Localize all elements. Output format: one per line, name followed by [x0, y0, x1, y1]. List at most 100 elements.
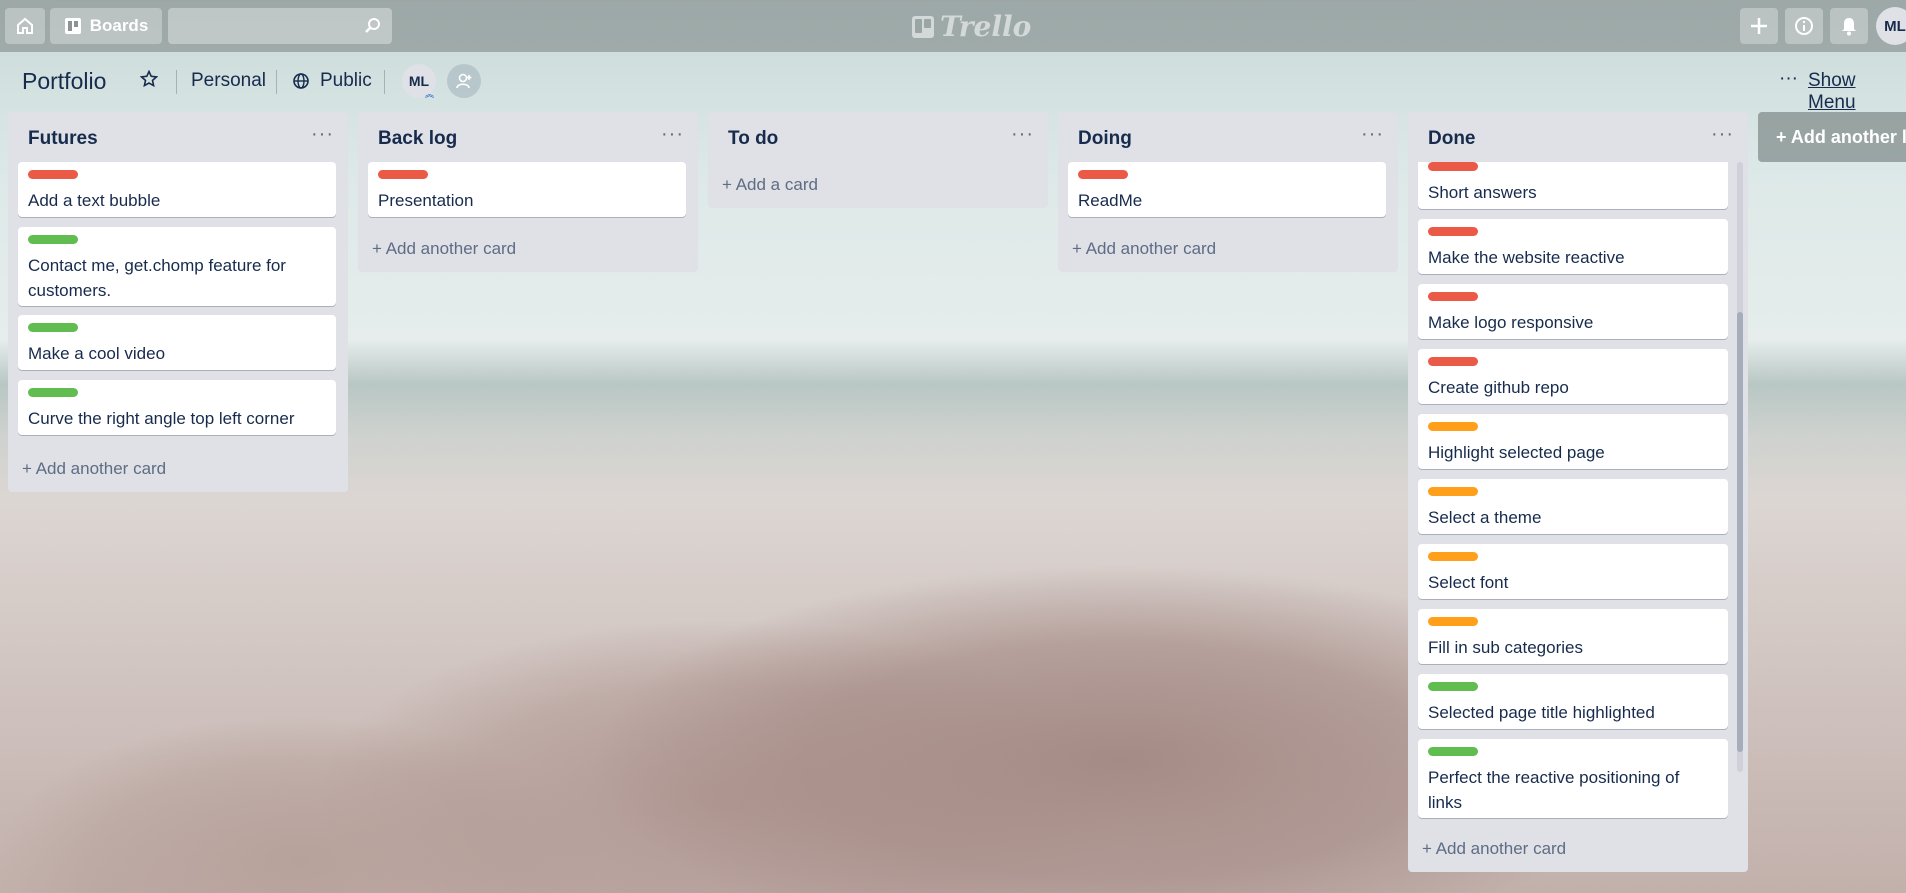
card-title: ReadMe: [1078, 191, 1143, 210]
card-label: [1428, 682, 1478, 691]
card-label: [1428, 617, 1478, 626]
card-label: [1428, 487, 1478, 496]
card-title: Select a theme: [1428, 508, 1542, 527]
card-title: Perfect the reactive positioning of link…: [1428, 768, 1680, 812]
add-card-button[interactable]: + Add another card: [1422, 839, 1566, 859]
card-label: [1428, 747, 1478, 756]
list-done: Done ··· Short answers Make the website …: [1408, 112, 1748, 872]
list-menu-icon[interactable]: ···: [311, 123, 334, 146]
card[interactable]: Add a text bubble: [18, 162, 336, 217]
card-title: Make logo responsive: [1428, 313, 1594, 332]
card[interactable]: Make the website reactive: [1418, 219, 1728, 274]
card-label: [1428, 292, 1478, 301]
list-menu-icon[interactable]: ···: [1361, 123, 1384, 146]
visibility-button[interactable]: Public: [292, 70, 372, 92]
card-title: Short answers: [1428, 183, 1537, 202]
scrollbar-thumb[interactable]: [1737, 312, 1743, 752]
card[interactable]: Perfect the reactive positioning of link…: [1418, 739, 1728, 818]
boards-label: Boards: [89, 16, 149, 35]
home-button[interactable]: [5, 8, 45, 44]
card[interactable]: Create github repo: [1418, 349, 1728, 404]
menu-dots-icon[interactable]: ···: [1779, 68, 1798, 90]
card[interactable]: ReadMe: [1068, 162, 1386, 217]
card-label: [1428, 357, 1478, 366]
card-label: [28, 323, 78, 332]
card-label: [1078, 170, 1128, 179]
card[interactable]: Presentation: [368, 162, 686, 217]
user-avatar[interactable]: ML: [1876, 7, 1906, 45]
card-label: [1428, 422, 1478, 431]
list-futures: Futures ··· Add a text bubble Contact me…: [8, 112, 348, 492]
card[interactable]: Fill in sub categories: [1418, 609, 1728, 664]
globe-icon: [293, 73, 309, 89]
card-label: [28, 170, 78, 179]
board-title[interactable]: Portfolio: [22, 68, 106, 95]
list-title[interactable]: Futures: [28, 128, 98, 150]
star-button[interactable]: [139, 69, 159, 93]
list-menu-icon[interactable]: ···: [661, 123, 684, 146]
bell-icon: [1842, 18, 1856, 36]
card-title: Add a text bubble: [28, 191, 161, 210]
list-menu-icon[interactable]: ···: [1011, 123, 1034, 146]
card-title: Make a cool video: [28, 344, 166, 363]
card-title: Create github repo: [1428, 378, 1569, 397]
list-title[interactable]: Back log: [378, 128, 457, 150]
card-label: [1428, 552, 1478, 561]
card-label: [378, 170, 428, 179]
board-icon: [64, 18, 81, 34]
card-title: Fill in sub categories: [1428, 638, 1583, 657]
card-title: Contact me, get.chomp feature for custom…: [28, 256, 286, 300]
card[interactable]: Highlight selected page: [1418, 414, 1728, 469]
notifications-button[interactable]: [1830, 8, 1868, 44]
card[interactable]: Select font: [1418, 544, 1728, 599]
plus-icon: [1751, 18, 1767, 34]
visibility-label: Public: [320, 70, 372, 91]
search-input[interactable]: [168, 8, 392, 44]
card[interactable]: Make a cool video: [18, 315, 336, 370]
add-card-button[interactable]: + Add another card: [1072, 239, 1216, 259]
boards-button[interactable]: Boards: [50, 8, 162, 44]
list-doing: Doing ··· ReadMe + Add another card: [1058, 112, 1398, 272]
add-card-button[interactable]: + Add a card: [722, 175, 818, 195]
info-button[interactable]: [1785, 8, 1823, 44]
trello-logo[interactable]: Trello: [912, 10, 1031, 43]
card-title: Select font: [1428, 573, 1509, 592]
card-label: [1428, 162, 1478, 171]
card-scroll-area[interactable]: Short answers Make the website reactive …: [1408, 162, 1748, 822]
list-backlog: Back log ··· Presentation + Add another …: [358, 112, 698, 272]
show-menu-link[interactable]: Show Menu: [1808, 70, 1906, 114]
search-icon: [365, 18, 380, 33]
trello-logo-icon: [912, 15, 934, 38]
admin-chevron-icon: ︽: [425, 89, 435, 99]
card[interactable]: Short answers: [1418, 162, 1728, 209]
list-menu-icon[interactable]: ···: [1711, 123, 1734, 146]
card[interactable]: Make logo responsive: [1418, 284, 1728, 339]
list-scrollbar[interactable]: [1737, 162, 1743, 772]
invite-button[interactable]: [447, 64, 481, 98]
list-title[interactable]: Doing: [1078, 128, 1132, 150]
card-label: [28, 235, 78, 244]
add-list-button[interactable]: + Add another list: [1758, 112, 1906, 162]
divider: [276, 70, 277, 94]
logo-text: Trello: [940, 10, 1032, 43]
card[interactable]: Curve the right angle top left corner: [18, 380, 336, 435]
list-todo: To do ··· + Add a card: [708, 112, 1048, 208]
card-label: [1428, 227, 1478, 236]
create-button[interactable]: [1740, 8, 1778, 44]
divider: [384, 70, 385, 94]
card-title: Make the website reactive: [1428, 248, 1625, 267]
list-title[interactable]: Done: [1428, 128, 1476, 150]
card[interactable]: Selected page title highlighted: [1418, 674, 1728, 729]
add-card-button[interactable]: + Add another card: [22, 459, 166, 479]
card[interactable]: Select a theme: [1418, 479, 1728, 534]
card-label: [28, 388, 78, 397]
add-card-button[interactable]: + Add another card: [372, 239, 516, 259]
card-title: Curve the right angle top left corner: [28, 409, 295, 428]
divider: [176, 70, 177, 94]
list-title[interactable]: To do: [728, 128, 778, 150]
team-button[interactable]: Personal: [191, 70, 266, 92]
star-icon: [139, 69, 159, 88]
card-title: Selected page title highlighted: [1428, 703, 1655, 722]
top-navigation-bar: Boards Trello ML: [0, 0, 1906, 52]
card[interactable]: Contact me, get.chomp feature for custom…: [18, 227, 336, 306]
